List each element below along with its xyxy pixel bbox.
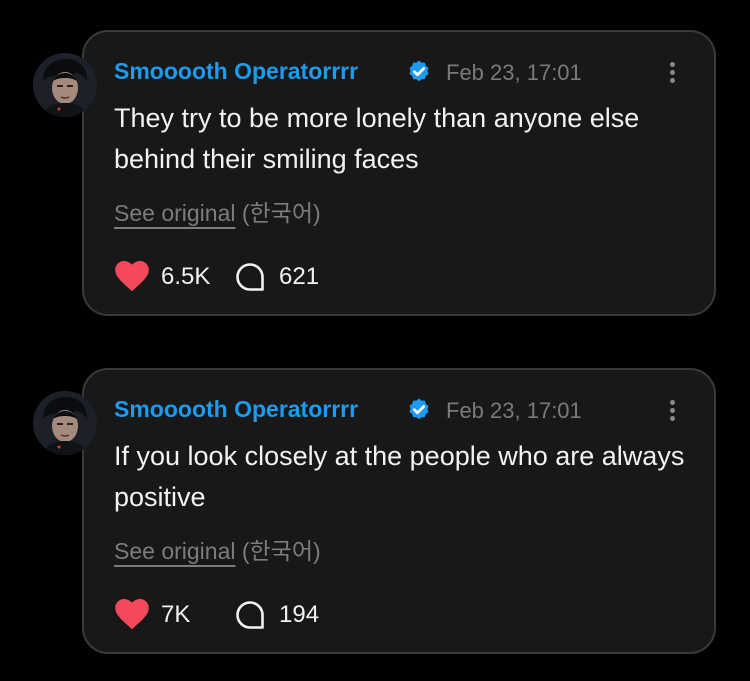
more-options-icon[interactable] [658,396,688,426]
comment-count: 621 [279,263,320,290]
avatar[interactable] [33,391,97,455]
avatar-image [33,391,97,455]
language-label: (한국어) [241,538,321,564]
post-feed: Smooooth Operatorrrr Feb 23, 17:01 They … [0,0,750,681]
post-text: If you look closely at the people who ar… [114,441,685,512]
language-label: (한국어) [241,200,321,226]
post-actions: 6.5K 621 [114,258,514,294]
comment-bubble-icon[interactable] [234,261,266,293]
post-card[interactable]: Smooooth Operatorrrr Feb 23, 17:01 They … [82,30,716,316]
author-name[interactable]: Smooooth Operatorrrr [114,58,358,85]
post-timestamp: Feb 23, 17:01 [446,398,582,423]
heart-icon[interactable] [114,259,150,293]
post-text: They try to be more lonely than anyone e… [114,103,640,174]
verified-badge-icon [409,60,429,82]
translation-row: See original (한국어) [114,194,321,228]
comment-bubble-icon[interactable] [234,599,266,631]
verified-badge-icon [409,398,429,420]
see-original-link[interactable]: See original [114,538,235,564]
see-original-link[interactable]: See original [114,200,235,226]
post-timestamp: Feb 23, 17:01 [446,60,582,85]
post: Smooooth Operatorrrr Feb 23, 17:01 If yo… [0,338,750,654]
like-count: 6.5K [161,263,211,290]
comment-count: 194 [279,601,320,628]
more-options-icon[interactable] [658,58,688,88]
post-card[interactable]: Smooooth Operatorrrr Feb 23, 17:01 If yo… [82,368,716,654]
avatar-image [33,53,97,117]
post: Smooooth Operatorrrr Feb 23, 17:01 They … [0,0,750,316]
heart-icon[interactable] [114,597,150,631]
like-count: 7K [161,601,191,628]
avatar[interactable] [33,53,97,117]
author-name[interactable]: Smooooth Operatorrrr [114,396,358,423]
translation-row: See original (한국어) [114,532,321,566]
post-actions: 7K 194 [114,596,514,632]
